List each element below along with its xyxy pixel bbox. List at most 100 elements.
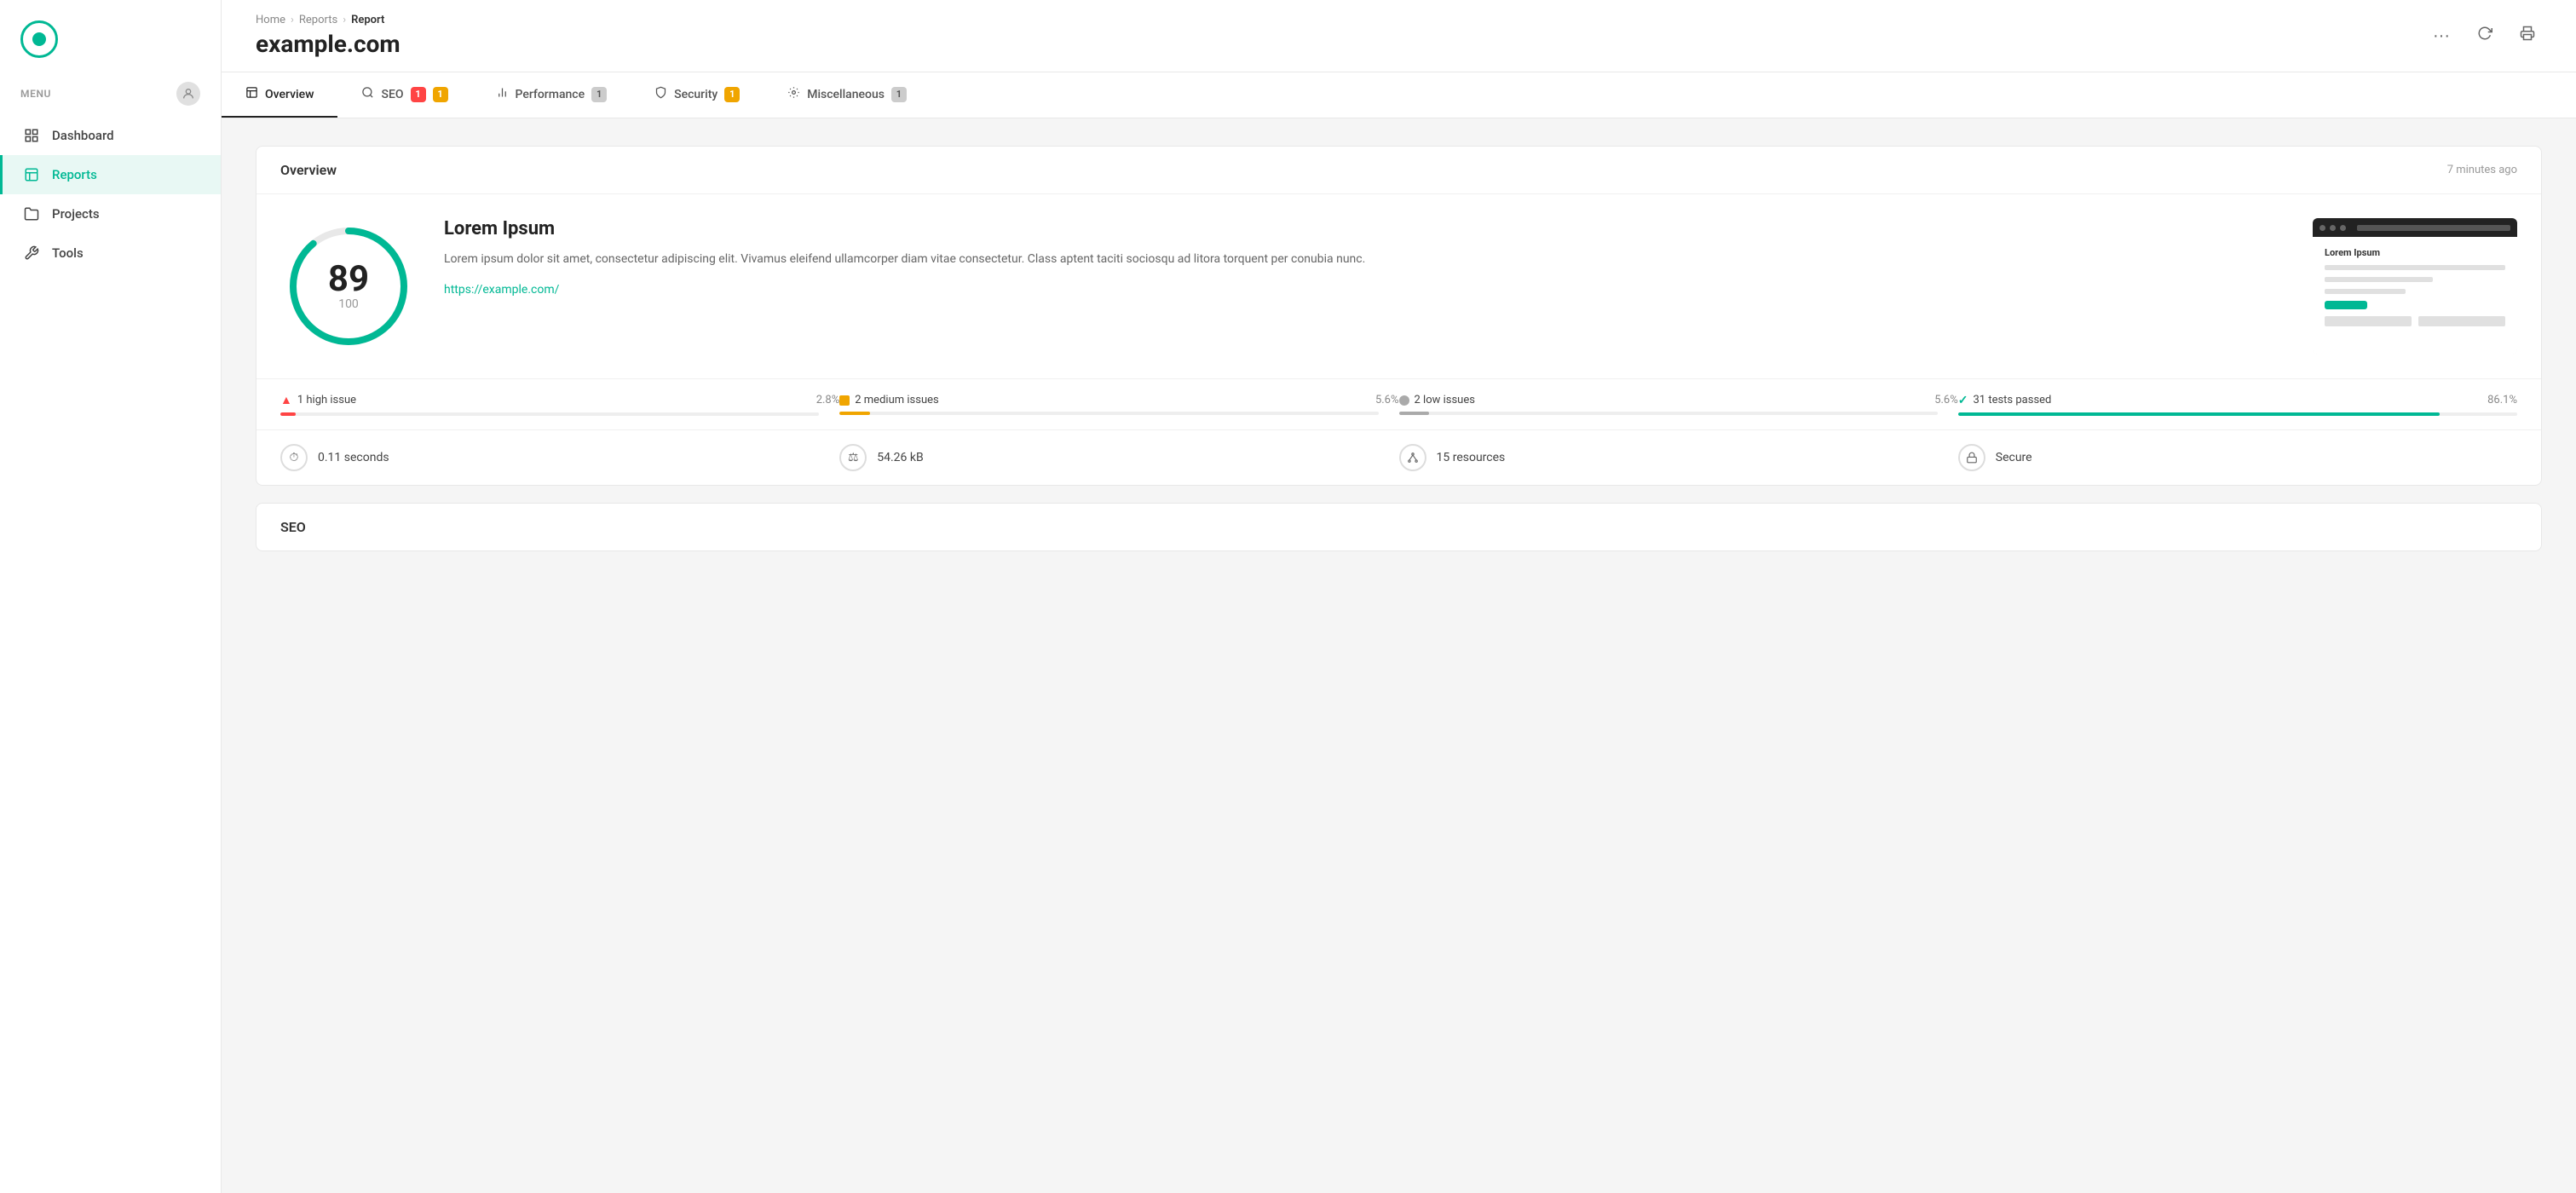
logo-area xyxy=(0,0,221,75)
overview-section: Overview 7 minutes ago 89 xyxy=(256,146,2542,486)
thumb-topbar xyxy=(2313,218,2517,237)
logo-inner-dot xyxy=(32,32,46,46)
issue-high-progress xyxy=(280,412,819,416)
tab-performance-badge: 1 xyxy=(591,87,607,102)
gauge-text: 89 100 xyxy=(328,262,369,311)
breadcrumb-home[interactable]: Home xyxy=(256,14,285,26)
refresh-button[interactable] xyxy=(2470,22,2499,49)
tab-seo[interactable]: SEO 1 1 xyxy=(337,72,471,118)
seo-title: SEO xyxy=(280,519,306,535)
overview-tab-icon xyxy=(245,86,258,102)
stat-speed: ⏱ 0.11 seconds xyxy=(280,444,839,471)
sidebar-menu-header: MENU xyxy=(0,75,221,112)
size-icon: ⚖ xyxy=(839,444,867,471)
performance-tab-icon xyxy=(496,86,509,102)
more-options-button[interactable]: ··· xyxy=(2426,23,2457,49)
sidebar-item-tools[interactable]: Tools xyxy=(0,233,221,273)
thumb-dot-2 xyxy=(2330,225,2336,231)
issue-medium-fill xyxy=(839,412,869,415)
tab-seo-label: SEO xyxy=(381,88,403,101)
main-content: Home › Reports › Report example.com ··· xyxy=(222,0,2576,1193)
overview-section-header: Overview 7 minutes ago xyxy=(256,147,2541,194)
print-button[interactable] xyxy=(2513,22,2542,49)
stat-secure-label: Secure xyxy=(1996,451,2032,464)
issue-high-top: ▲ 1 high issue 2.8% xyxy=(280,393,839,407)
tools-icon xyxy=(23,245,40,262)
sidebar: MENU Dashboard Reports Projects xyxy=(0,0,222,1193)
sidebar-item-reports-label: Reports xyxy=(52,167,97,182)
issue-high: ▲ 1 high issue 2.8% xyxy=(280,393,839,416)
issue-medium: 2 medium issues 5.6% xyxy=(839,394,1398,415)
header-left: Home › Reports › Report example.com xyxy=(256,14,401,58)
low-issue-icon xyxy=(1399,395,1409,406)
overview-timestamp: 7 minutes ago xyxy=(2447,164,2517,176)
gauge-score: 89 xyxy=(328,262,369,297)
issue-passed-label: ✓ 31 tests passed xyxy=(1958,394,2052,407)
score-container: 89 100 Lorem Ipsum Lorem ipsum dolor sit… xyxy=(280,218,2517,354)
stats-row: ⏱ 0.11 seconds ⚖ 54.26 kB 15 resources xyxy=(256,429,2541,485)
tab-security[interactable]: Security 1 xyxy=(631,72,764,118)
site-name: Lorem Ipsum xyxy=(444,218,2285,239)
issue-low-top: 2 low issues 5.6% xyxy=(1399,394,1958,406)
site-url[interactable]: https://example.com/ xyxy=(444,283,559,297)
header-actions: ··· xyxy=(2426,22,2542,49)
projects-icon xyxy=(23,205,40,222)
tab-miscellaneous[interactable]: Miscellaneous 1 xyxy=(764,72,931,118)
issue-high-label: ▲ 1 high issue xyxy=(280,393,356,407)
tab-misc-badge: 1 xyxy=(891,87,907,102)
seo-tab-icon xyxy=(361,86,374,102)
thumb-cta-btn xyxy=(2325,301,2367,309)
tab-seo-badge-red: 1 xyxy=(411,87,426,102)
sidebar-nav: Dashboard Reports Projects Tools xyxy=(0,112,221,276)
issue-medium-top: 2 medium issues 5.6% xyxy=(839,394,1398,406)
breadcrumb-sep-2: › xyxy=(343,14,346,26)
score-gauge: 89 100 xyxy=(280,218,417,354)
issue-low: 2 low issues 5.6% xyxy=(1399,394,1958,415)
tabs-bar: Overview SEO 1 1 Performance 1 Security … xyxy=(222,72,2576,118)
breadcrumb-sep-1: › xyxy=(291,14,294,26)
site-info: Lorem Ipsum Lorem ipsum dolor sit amet, … xyxy=(444,218,2285,297)
overview-section-title: Overview xyxy=(280,162,337,178)
passed-check-icon: ✓ xyxy=(1958,394,1968,407)
issue-passed-pct: 86.1% xyxy=(2487,394,2517,406)
stat-secure: Secure xyxy=(1958,444,2517,471)
page-title: example.com xyxy=(256,30,401,58)
security-tab-icon xyxy=(654,86,667,102)
dashboard-icon xyxy=(23,127,40,144)
medium-issue-icon xyxy=(839,395,850,406)
high-issue-icon: ▲ xyxy=(280,393,292,407)
tab-overview[interactable]: Overview xyxy=(222,72,337,118)
issue-high-fill xyxy=(280,412,296,416)
tab-performance[interactable]: Performance 1 xyxy=(472,72,631,118)
stat-size-label: 54.26 kB xyxy=(877,451,923,464)
breadcrumb-reports[interactable]: Reports xyxy=(299,14,337,26)
speed-icon: ⏱ xyxy=(280,444,308,471)
stat-speed-label: 0.11 seconds xyxy=(318,451,389,464)
sidebar-item-projects[interactable]: Projects xyxy=(0,194,221,233)
issue-low-progress xyxy=(1399,412,1938,415)
issue-low-fill xyxy=(1399,412,1429,415)
issue-medium-pct: 5.6% xyxy=(1375,394,1399,406)
tab-misc-label: Miscellaneous xyxy=(807,88,885,101)
seo-section-header: SEO xyxy=(256,504,2541,550)
sidebar-item-tools-label: Tools xyxy=(52,245,84,261)
sidebar-item-dashboard-label: Dashboard xyxy=(52,128,114,143)
issue-passed-progress xyxy=(1958,412,2517,416)
breadcrumb: Home › Reports › Report xyxy=(256,14,401,26)
site-preview: Lorem Ipsum xyxy=(2313,218,2517,354)
thumb-line-1 xyxy=(2325,265,2505,270)
sidebar-item-dashboard[interactable]: Dashboard xyxy=(0,116,221,155)
reports-icon xyxy=(23,166,40,183)
page-header: Home › Reports › Report example.com ··· xyxy=(222,0,2576,72)
thumb-footer-row xyxy=(2325,316,2505,326)
secure-icon xyxy=(1958,444,1985,471)
sidebar-item-reports[interactable]: Reports xyxy=(0,155,221,194)
profile-icon[interactable] xyxy=(176,82,200,106)
resources-icon xyxy=(1399,444,1426,471)
tab-seo-badge-yellow: 1 xyxy=(433,87,448,102)
stat-resources-label: 15 resources xyxy=(1437,451,1506,464)
thumb-line-2 xyxy=(2325,277,2433,282)
issue-low-pct: 5.6% xyxy=(1934,394,1958,406)
stat-size: ⚖ 54.26 kB xyxy=(839,444,1398,471)
tab-overview-label: Overview xyxy=(265,88,314,101)
